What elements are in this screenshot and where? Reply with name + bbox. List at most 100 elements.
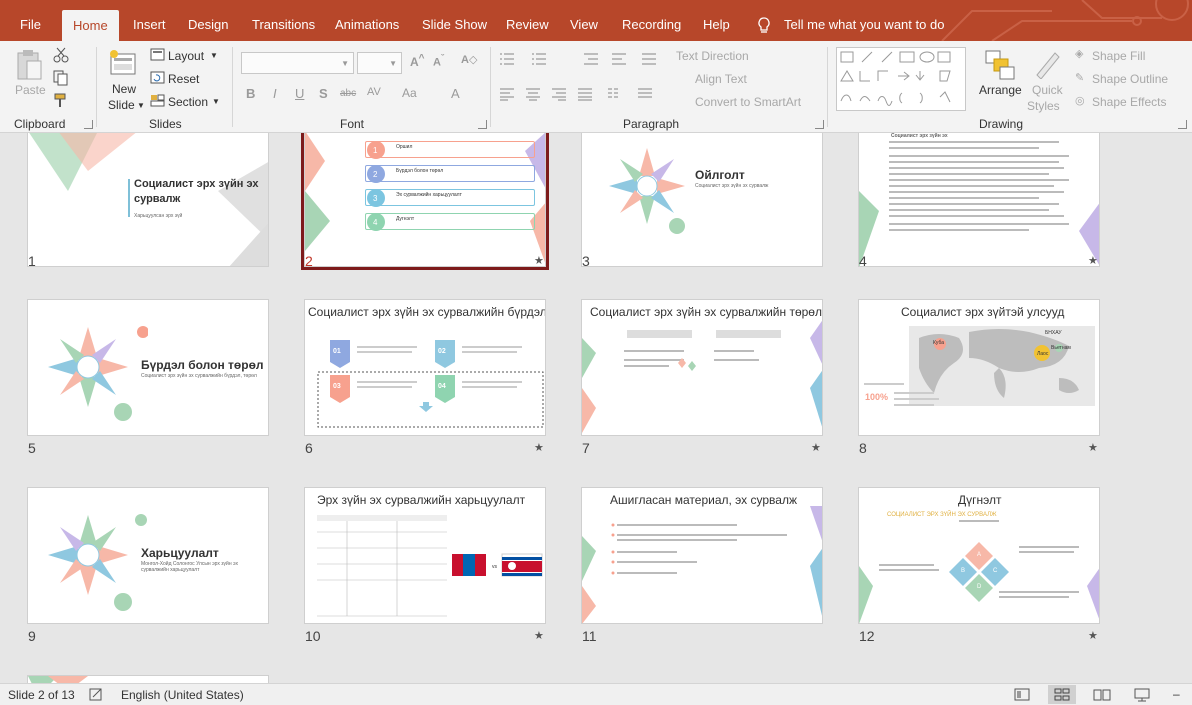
slide-subtitle: Монгол-Хойд Солонгос Улсын эрх зүйн эх с… (141, 561, 238, 573)
animation-star-icon: ★ (811, 442, 821, 454)
slide-thumbnail-3[interactable]: Ойлголт Социалист эрх зүйн эх сурвалж (581, 133, 823, 267)
ribbon: Paste Clipboard New Slide ▼ Layout ▼ Res… (0, 41, 1192, 133)
normal-view-icon[interactable] (1008, 685, 1036, 704)
svg-text:03: 03 (333, 383, 341, 390)
new-slide-icon[interactable] (108, 49, 138, 77)
new-slide-label-2[interactable]: Slide (108, 98, 135, 112)
slides-group-label: Slides (149, 117, 182, 131)
character-spacing-icon[interactable]: AV (367, 86, 381, 98)
slide-sorter-view-icon[interactable] (1048, 685, 1076, 704)
paste-icon[interactable] (15, 49, 43, 81)
percent-label: 100% (865, 392, 889, 402)
drawing-group-label: Drawing (979, 117, 1024, 131)
slide-number: 7 (582, 440, 590, 456)
tab-insert[interactable]: Insert (133, 9, 166, 41)
clipboard-launcher-icon[interactable] (84, 120, 93, 129)
slide-subtitle: Социалист эрх зүйн эх сурвалж (695, 183, 769, 189)
shape-fill-button[interactable]: Shape Fill (1092, 49, 1145, 63)
cut-icon[interactable] (53, 47, 69, 63)
strikethrough-icon[interactable]: abc (340, 88, 356, 99)
slide-thumbnail-13[interactable] (27, 675, 269, 683)
increase-font-icon[interactable]: A^ (410, 53, 425, 69)
slide-thumbnail-4[interactable]: Социалист эрх зүйн эх (858, 133, 1100, 267)
shape-outline-button[interactable]: Shape Outline (1092, 72, 1168, 86)
svg-text:02: 02 (438, 348, 446, 355)
slide-decoration (28, 676, 88, 683)
shape-effects-button[interactable]: Shape Effects (1092, 95, 1167, 109)
quick-styles-label-2[interactable]: Styles (1027, 99, 1060, 113)
slide-thumbnail-1[interactable]: Социалист эрх зүйн эх сурвалж Харьцуулса… (27, 133, 269, 267)
new-slide-label[interactable]: New (112, 82, 136, 96)
tab-file[interactable]: File (20, 9, 41, 41)
tab-recording[interactable]: Recording (622, 9, 681, 41)
list-controls-icon[interactable] (498, 51, 668, 67)
convert-smartart-button[interactable]: Convert to SmartArt (695, 95, 801, 109)
slide-thumbnail-2[interactable]: Оршил Бүрдэл болон төрөл Эх сурвалжийн х… (301, 133, 549, 270)
slide-thumbnail-5[interactable]: Бүрдэл болон төрөл Социалист эрх зүйн эх… (27, 299, 269, 436)
tab-help[interactable]: Help (703, 9, 730, 41)
slide-thumbnail-9[interactable]: Харьцуулалт Монгол-Хойд Солонгос Улсын э… (27, 487, 269, 624)
notes-check-icon[interactable] (89, 688, 104, 701)
section-button[interactable]: Section (168, 95, 208, 109)
chevron-down-icon[interactable]: ▼ (137, 101, 145, 110)
animation-star-icon: ★ (534, 255, 544, 267)
slideshow-view-icon[interactable] (1128, 685, 1156, 704)
shape-effects-icon[interactable]: ◎ (1075, 94, 1085, 107)
paragraph-launcher-icon[interactable] (815, 120, 824, 129)
slide-thumbnail-11[interactable]: Ашигласан материал, эх сурвалж (581, 487, 823, 624)
font-family-combo[interactable]: ▼ (241, 52, 354, 74)
tab-slideshow[interactable]: Slide Show (422, 9, 487, 41)
tab-review[interactable]: Review (506, 9, 549, 41)
tell-me-search[interactable]: Tell me what you want to do (784, 9, 944, 41)
chevron-down-icon[interactable]: ▼ (212, 97, 220, 106)
bold-icon[interactable]: B (246, 86, 255, 101)
text-direction-button[interactable]: Text Direction (676, 49, 749, 63)
section-icon[interactable] (150, 94, 165, 107)
shapes-gallery[interactable] (836, 47, 966, 111)
tab-design[interactable]: Design (188, 9, 228, 41)
map-pin-label: БНХАУ (1045, 330, 1062, 336)
shape-fill-icon[interactable]: ◈ (1075, 47, 1083, 60)
quick-styles-icon[interactable] (1033, 49, 1063, 79)
drawing-launcher-icon[interactable] (1178, 120, 1187, 129)
clipboard-group-label: Clipboard (14, 117, 66, 131)
shadow-icon[interactable]: S (319, 86, 328, 101)
layout-button[interactable]: Layout (168, 49, 204, 63)
change-case-icon[interactable]: Aa (402, 86, 417, 100)
decrease-font-icon[interactable]: Aˇ (433, 53, 444, 69)
tab-animations[interactable]: Animations (335, 9, 399, 41)
quick-styles-label[interactable]: Quick (1032, 83, 1063, 97)
slide-thumbnail-6[interactable]: Социалист эрх зүйн эх сурвалжийн бүрдэл … (304, 299, 546, 436)
clear-formatting-icon[interactable]: A◇ (461, 53, 477, 66)
font-color-icon[interactable]: A (451, 86, 460, 101)
font-size-combo[interactable]: ▼ (357, 52, 402, 74)
copy-icon[interactable] (53, 70, 69, 86)
slide-thumbnail-7[interactable]: Социалист эрх зүйн эх сурвалжийн төрөл (581, 299, 823, 436)
reading-view-icon[interactable] (1088, 685, 1116, 704)
language-status[interactable]: English (United States) (121, 688, 244, 702)
chevron-down-icon[interactable]: ▼ (210, 51, 218, 60)
arrange-button[interactable]: Arrange (979, 83, 1022, 97)
zoom-slider-minus[interactable]: – (1173, 687, 1180, 701)
shape-outline-icon[interactable]: ✎ (1075, 71, 1084, 84)
format-painter-icon[interactable] (53, 93, 69, 109)
paste-label[interactable]: Paste (15, 83, 46, 97)
reset-icon[interactable] (150, 71, 165, 84)
arrange-icon[interactable] (984, 49, 1016, 81)
italic-icon[interactable]: I (273, 86, 277, 101)
align-text-button[interactable]: Align Text (695, 72, 747, 86)
tab-transitions[interactable]: Transitions (252, 9, 315, 41)
underline-icon[interactable]: U (295, 86, 304, 101)
layout-icon[interactable] (150, 48, 165, 61)
font-launcher-icon[interactable] (478, 120, 487, 129)
slide-thumbnail-12[interactable]: Дүгнэлт СОЦИАЛИСТ ЭРХ ЗҮЙН ЭХ СУРВАЛЖ A … (858, 487, 1100, 624)
tab-home[interactable]: Home (62, 10, 119, 41)
map-pin-label: Лаос (1037, 351, 1049, 357)
slide-thumbnail-10[interactable]: Эрх зүйн эх сурвалжийн харьцуулалт vs (304, 487, 546, 624)
slide-thumbnail-8[interactable]: Социалист эрх зүйтэй улсууд БНХАУ Куба Л… (858, 299, 1100, 436)
tab-view[interactable]: View (570, 9, 598, 41)
slide-title: Социалист эрх зүйн эх сурвалж (134, 178, 259, 205)
reset-button[interactable]: Reset (168, 72, 199, 86)
svg-text:3: 3 (373, 194, 378, 203)
alignment-icons[interactable] (498, 87, 658, 101)
